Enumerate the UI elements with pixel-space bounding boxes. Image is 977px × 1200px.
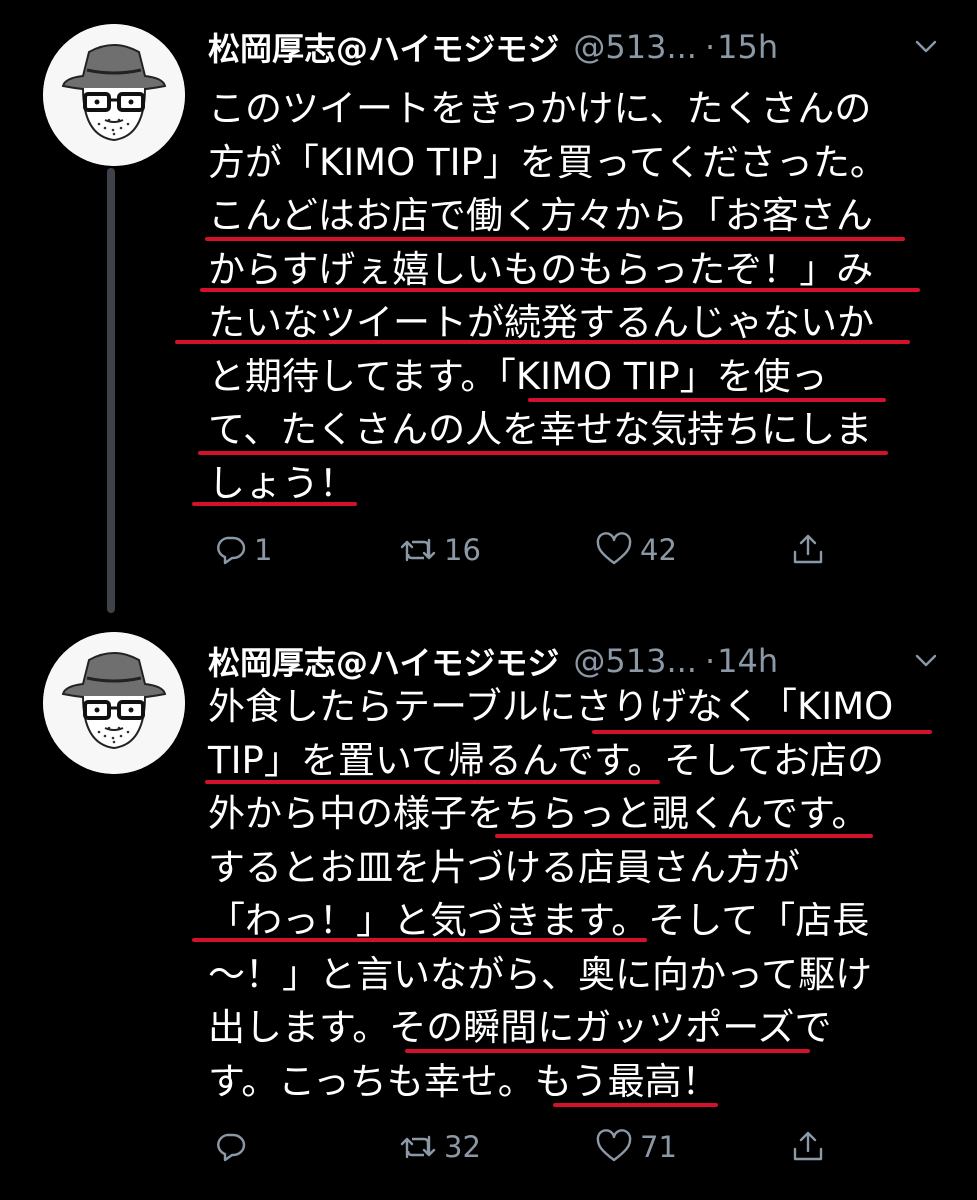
like-count: 42 <box>640 533 677 567</box>
like-button[interactable]: 42 <box>594 525 677 575</box>
separator-dot: · <box>704 642 716 680</box>
retweet-icon <box>400 1135 436 1159</box>
tweet-text: 外食したらテーブルにさりげなく「KIMO TIP」を置いて帰るんです。そしてお店… <box>208 680 948 1108</box>
like-icon <box>596 1129 632 1162</box>
like-count: 71 <box>640 1130 677 1164</box>
tweet[interactable]: 松岡厚志@ハイモジモジ @513... · 14h 外食したらテーブルにさりげな… <box>0 612 977 1200</box>
timestamp[interactable]: 15h <box>717 28 778 66</box>
like-icon <box>596 532 632 565</box>
tweet-actions: 1 16 42 <box>0 525 977 575</box>
share-button[interactable] <box>790 525 826 575</box>
tweet-text-line: 外から中の様子をちらっと覗くんです。 <box>208 792 869 835</box>
tweet-header: 松岡厚志@ハイモジモジ @513... · 15h <box>208 22 947 72</box>
highlight-underline <box>553 1103 718 1107</box>
timestamp[interactable]: 14h <box>717 642 778 680</box>
share-icon <box>793 534 823 564</box>
highlight-underline <box>175 340 910 344</box>
author-handle[interactable]: @513... <box>573 28 697 66</box>
tweet-text: このツイートをきっかけに、たくさんの 方が「KIMO TIP」を買ってくださった… <box>208 82 948 510</box>
retweet-count: 16 <box>444 533 481 567</box>
highlight-underline <box>495 834 873 838</box>
tweet-actions: 32 71 <box>0 1122 977 1172</box>
author-name[interactable]: 松岡厚志@ハイモジモジ <box>208 638 559 684</box>
retweet-button[interactable]: 32 <box>398 1122 481 1172</box>
tweet-header: 松岡厚志@ハイモジモジ @513... · 14h <box>208 636 947 686</box>
tweet-text-line: このツイートをきっかけに、たくさんの <box>208 87 872 130</box>
highlight-underline <box>192 938 647 942</box>
tweet-text-line: と期待してます。「KIMO TIP」を使っ <box>208 354 828 398</box>
avatar[interactable] <box>43 632 185 774</box>
tweet-text-line: こんどはお店で働く方々から「お客さん <box>208 194 873 237</box>
retweet-button[interactable]: 16 <box>398 525 481 575</box>
highlight-underline <box>198 451 888 455</box>
tweet-text-line: す。こっちも幸せ。もう最高！ <box>208 1059 719 1103</box>
retweet-count: 32 <box>444 1130 481 1164</box>
reply-icon <box>217 536 246 565</box>
highlight-underline <box>192 502 357 506</box>
tweet-text-line: TIP」を置いて帰るんです。そしてお店の <box>208 738 884 782</box>
highlight-underline <box>205 780 660 784</box>
retweet-icon <box>400 538 436 562</box>
highlight-underline <box>200 288 920 292</box>
chevron-down-icon[interactable] <box>909 644 943 678</box>
share-icon <box>793 1131 823 1161</box>
tweet-text-line: て、たくさんの人を幸せな気持ちにしま <box>208 408 873 451</box>
reply-button[interactable]: 1 <box>212 525 272 575</box>
author-handle[interactable]: @513... <box>573 642 697 680</box>
highlight-underline <box>205 237 905 241</box>
tweet-text-line: 出します。その瞬間にガッツポーズで <box>208 1006 832 1049</box>
highlight-underline <box>592 730 932 734</box>
reply-icon <box>217 1133 246 1162</box>
share-button[interactable] <box>790 1122 826 1172</box>
highlight-underline <box>405 1049 810 1053</box>
chevron-down-icon[interactable] <box>909 30 943 64</box>
tweet-text-line: 方が「KIMO TIP」を買ってくださった。 <box>208 140 887 184</box>
tweet-text-line: するとお皿を片づける店員さん方が <box>208 845 800 889</box>
like-button[interactable]: 71 <box>594 1122 677 1172</box>
tweet[interactable]: 松岡厚志@ハイモジモジ @513... · 15h このツイートをきっかけに、た… <box>0 0 977 600</box>
tweet-text-line: 〜！」と言いながら、奥に向かって駆け <box>208 952 873 996</box>
tweet-text-line: 外食したらテーブルにさりげなく「KIMO <box>208 685 894 728</box>
separator-dot: · <box>704 28 716 66</box>
reply-button[interactable] <box>212 1122 254 1172</box>
reply-count: 1 <box>254 533 273 567</box>
highlight-underline <box>528 398 886 402</box>
avatar[interactable] <box>43 24 185 166</box>
author-name[interactable]: 松岡厚志@ハイモジモジ <box>208 24 559 70</box>
